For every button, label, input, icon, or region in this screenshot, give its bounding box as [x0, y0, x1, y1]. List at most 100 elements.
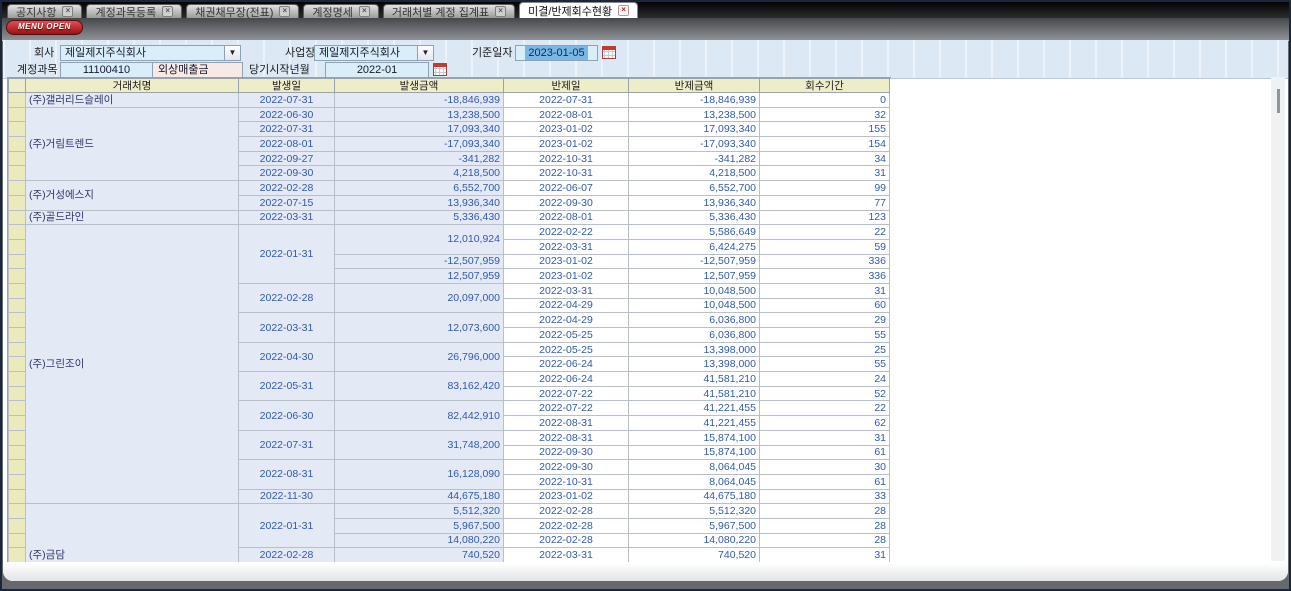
occurrence-date-cell[interactable]: 2022-03-31	[239, 313, 335, 342]
collection-days-cell[interactable]: 22	[760, 225, 890, 240]
settlement-date-cell[interactable]: 2022-03-31	[504, 283, 629, 298]
settlement-date-cell[interactable]: 2023-01-02	[504, 137, 629, 152]
account-code-input[interactable]: 11100410	[60, 62, 153, 78]
occurrence-amount-cell[interactable]: 13,238,500	[335, 107, 504, 122]
settlement-amount-cell[interactable]: -17,093,340	[629, 137, 760, 152]
row-selector[interactable]	[9, 460, 26, 475]
settlement-date-cell[interactable]: 2023-01-02	[504, 489, 629, 504]
occurrence-date-cell[interactable]: 2022-05-31	[239, 372, 335, 401]
settlement-amount-cell[interactable]: -12,507,959	[629, 254, 760, 269]
collection-days-cell[interactable]: 28	[760, 504, 890, 519]
settlement-date-cell[interactable]: 2022-07-22	[504, 401, 629, 416]
settlement-date-cell[interactable]: 2022-10-31	[504, 166, 629, 181]
occurrence-date-cell[interactable]: 2022-08-31	[239, 460, 335, 489]
occurrence-amount-cell[interactable]: 12,073,600	[335, 313, 504, 342]
settlement-amount-cell[interactable]: 6,036,800	[629, 328, 760, 343]
collection-days-cell[interactable]: 61	[760, 445, 890, 460]
collection-days-cell[interactable]: 34	[760, 151, 890, 166]
settlement-amount-cell[interactable]: 41,581,210	[629, 386, 760, 401]
settlement-amount-cell[interactable]: 8,064,045	[629, 474, 760, 489]
settlement-amount-cell[interactable]: 41,581,210	[629, 372, 760, 387]
settlement-date-cell[interactable]: 2022-04-29	[504, 298, 629, 313]
settlement-amount-cell[interactable]: 17,093,340	[629, 122, 760, 137]
row-selector[interactable]	[9, 283, 26, 298]
settlement-amount-cell[interactable]: 15,874,100	[629, 430, 760, 445]
occurrence-date-cell[interactable]: 2022-11-30	[239, 489, 335, 504]
row-selector[interactable]	[9, 430, 26, 445]
collection-days-cell[interactable]: 59	[760, 239, 890, 254]
row-selector[interactable]	[9, 166, 26, 181]
settlement-amount-cell[interactable]: 5,967,500	[629, 518, 760, 533]
row-selector[interactable]	[9, 210, 26, 225]
settlement-amount-cell[interactable]: 14,080,220	[629, 533, 760, 548]
settlement-amount-cell[interactable]: 13,238,500	[629, 107, 760, 122]
settlement-date-cell[interactable]: 2022-03-31	[504, 548, 629, 562]
collection-days-cell[interactable]: 154	[760, 137, 890, 152]
collection-days-cell[interactable]: 22	[760, 401, 890, 416]
settlement-date-cell[interactable]: 2022-09-30	[504, 195, 629, 210]
occurrence-date-cell[interactable]: 2022-07-31	[239, 122, 335, 137]
settlement-date-cell[interactable]: 2022-08-01	[504, 107, 629, 122]
base-date-input[interactable]: 2023-01-05	[515, 45, 598, 61]
collection-days-cell[interactable]: 52	[760, 386, 890, 401]
customer-name-cell[interactable]: (주)갤러리드슬레이	[26, 93, 239, 108]
row-selector[interactable]	[9, 548, 26, 562]
row-selector[interactable]	[9, 195, 26, 210]
row-selector[interactable]	[9, 93, 26, 108]
settlement-date-cell[interactable]: 2022-02-28	[504, 518, 629, 533]
settlement-amount-cell[interactable]: 6,552,700	[629, 181, 760, 196]
settlement-date-cell[interactable]: 2023-01-02	[504, 122, 629, 137]
occurrence-amount-cell[interactable]: 5,967,500	[335, 518, 504, 533]
tab-5[interactable]: 거래처별 계정 집계표×	[383, 4, 515, 18]
row-selector[interactable]	[9, 225, 26, 240]
collection-days-cell[interactable]: 28	[760, 533, 890, 548]
occurrence-amount-cell[interactable]: 83,162,420	[335, 372, 504, 401]
settlement-date-cell[interactable]: 2022-04-29	[504, 313, 629, 328]
settlement-date-cell[interactable]: 2022-02-22	[504, 225, 629, 240]
occurrence-amount-cell[interactable]: 13,936,340	[335, 195, 504, 210]
tab-2[interactable]: 계정과목등록×	[86, 4, 182, 18]
collection-days-cell[interactable]: 31	[760, 430, 890, 445]
vertical-scrollbar[interactable]	[1271, 77, 1285, 561]
chevron-down-icon[interactable]: ▼	[224, 46, 240, 60]
collection-days-cell[interactable]: 30	[760, 460, 890, 475]
customer-name-cell[interactable]: (주)그린조이	[26, 225, 239, 504]
collection-days-cell[interactable]: 336	[760, 254, 890, 269]
occurrence-date-cell[interactable]: 2022-02-28	[239, 283, 335, 312]
settlement-amount-cell[interactable]: 6,424,275	[629, 239, 760, 254]
row-selector[interactable]	[9, 416, 26, 431]
collection-days-cell[interactable]: 55	[760, 357, 890, 372]
settlement-date-cell[interactable]: 2022-06-07	[504, 181, 629, 196]
occurrence-date-cell[interactable]: 2022-02-28	[239, 548, 335, 562]
settlement-amount-cell[interactable]: 41,221,455	[629, 416, 760, 431]
occurrence-amount-cell[interactable]: 740,520	[335, 548, 504, 562]
occurrence-amount-cell[interactable]: 17,093,340	[335, 122, 504, 137]
row-selector[interactable]	[9, 386, 26, 401]
tab-3[interactable]: 채권채무장(전표)×	[186, 4, 299, 18]
calendar-icon[interactable]	[433, 63, 447, 76]
account-name-field[interactable]: 외상매출금	[152, 62, 243, 78]
settlement-amount-cell[interactable]: 13,398,000	[629, 342, 760, 357]
occurrence-amount-cell[interactable]: -341,282	[335, 151, 504, 166]
settlement-date-cell[interactable]: 2022-10-31	[504, 474, 629, 489]
collection-days-cell[interactable]: 31	[760, 166, 890, 181]
settlement-date-cell[interactable]: 2023-01-02	[504, 269, 629, 284]
collection-days-cell[interactable]: 31	[760, 548, 890, 562]
occurrence-date-cell[interactable]: 2022-09-30	[239, 166, 335, 181]
row-selector[interactable]	[9, 313, 26, 328]
occurrence-date-cell[interactable]: 2022-06-30	[239, 401, 335, 430]
occurrence-amount-cell[interactable]: -18,846,939	[335, 93, 504, 108]
close-icon[interactable]: ×	[359, 6, 370, 17]
settlement-date-cell[interactable]: 2022-06-24	[504, 357, 629, 372]
row-selector[interactable]	[9, 328, 26, 343]
customer-name-cell[interactable]: (주)거림트렌드	[26, 107, 239, 180]
settlement-amount-cell[interactable]: 15,874,100	[629, 445, 760, 460]
occurrence-amount-cell[interactable]: 14,080,220	[335, 533, 504, 548]
company-select[interactable]: 제일제지주식회사 ▼	[60, 45, 241, 61]
collection-days-cell[interactable]: 336	[760, 269, 890, 284]
row-selector[interactable]	[9, 181, 26, 196]
row-selector[interactable]	[9, 401, 26, 416]
occurrence-amount-cell[interactable]: 12,507,959	[335, 269, 504, 284]
close-icon[interactable]: ×	[495, 6, 506, 17]
collection-days-cell[interactable]: 55	[760, 328, 890, 343]
